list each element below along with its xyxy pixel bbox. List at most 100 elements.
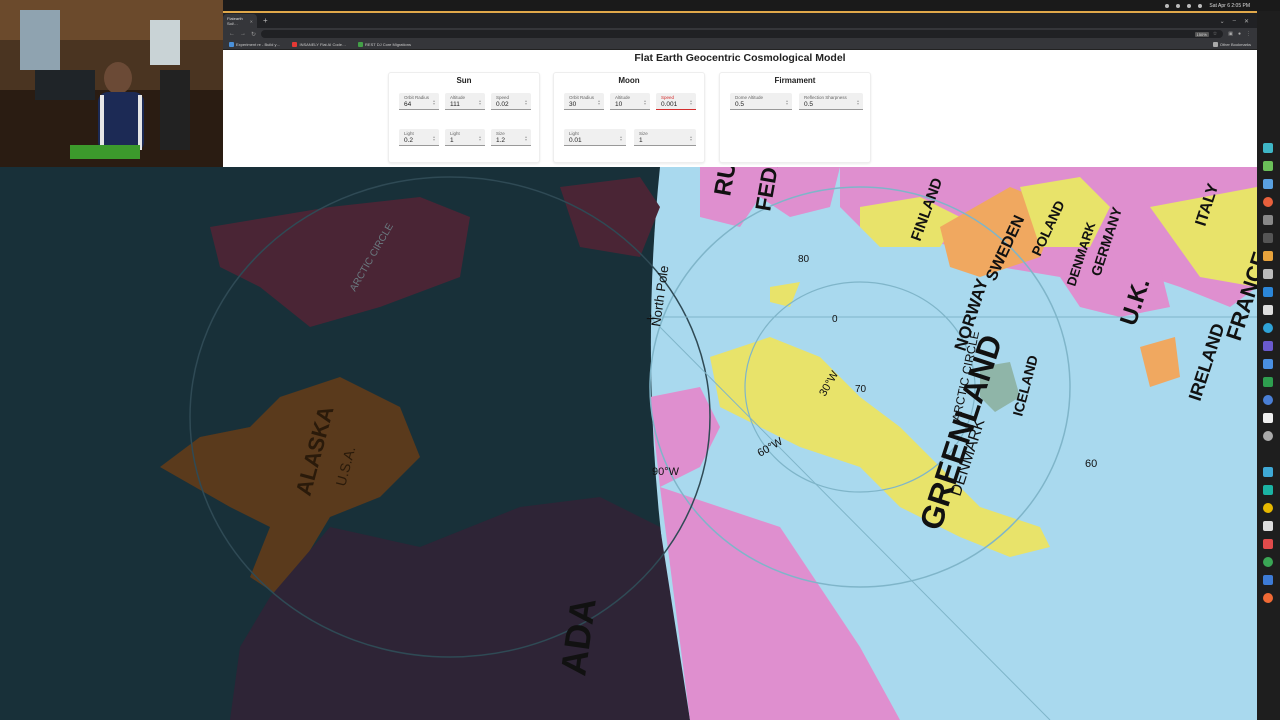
files-icon[interactable]: [1262, 215, 1273, 225]
bookmark-favicon-icon: [229, 42, 234, 47]
field-value: 0.5: [735, 100, 745, 108]
field-label: Orbit Radius: [569, 94, 595, 100]
label-lat-70: 70: [855, 384, 867, 395]
app-icon[interactable]: [1262, 395, 1273, 405]
sun-orbit-radius-input[interactable]: Orbit Radius 64 ▴ ▾: [399, 93, 439, 110]
label-lon-0: 0: [832, 314, 838, 325]
edge-icon[interactable]: [1262, 323, 1273, 333]
bookmark-favicon-icon: [292, 42, 298, 47]
spinner-icon[interactable]: ▴ ▾: [479, 135, 481, 142]
sun-light-input[interactable]: Light 0.2 ▴ ▾: [399, 129, 439, 146]
app-icon[interactable]: [1262, 575, 1273, 585]
field-value: 30: [569, 100, 577, 108]
volume-icon[interactable]: [1176, 3, 1181, 8]
moon-orbit-radius-input[interactable]: Orbit Radius 30 ▴ ▾: [564, 93, 604, 110]
spinner-icon[interactable]: ▴ ▾: [525, 135, 527, 142]
app-dock: [1257, 11, 1280, 720]
reflection-sharpness-input[interactable]: Reflection Sharpness 0.5 ▴ ▾: [799, 93, 863, 110]
terminal-icon[interactable]: [1262, 233, 1273, 243]
extensions-icon[interactable]: ▣: [1228, 31, 1233, 37]
battery-icon[interactable]: [1187, 3, 1192, 8]
field-value: 1: [450, 136, 454, 144]
spinner-icon[interactable]: ▴ ▾: [786, 99, 788, 106]
chrome-icon[interactable]: [1262, 503, 1273, 513]
spinner-icon[interactable]: ▴ ▾: [479, 99, 481, 106]
app-icon[interactable]: [1262, 341, 1273, 351]
page-title: Flat Earth Geocentric Cosmological Model: [634, 52, 846, 64]
sun-size-input[interactable]: Size 1.2 ▴ ▾: [491, 129, 531, 146]
docs-icon[interactable]: [1262, 359, 1273, 369]
other-bookmarks[interactable]: Other Bookmarks: [1212, 42, 1251, 47]
minimize-icon[interactable]: –: [1233, 18, 1236, 25]
app-icon[interactable]: [1262, 251, 1273, 261]
new-tab-button[interactable]: +: [263, 14, 268, 28]
close-window-icon[interactable]: ✕: [1244, 18, 1249, 25]
spinner-icon[interactable]: ▴ ▾: [857, 99, 859, 106]
spinner-icon[interactable]: ▴ ▾: [620, 135, 622, 142]
field-label: Speed: [661, 94, 675, 100]
bookmark-item[interactable]: INSANELY Flat AI Code…: [292, 42, 346, 47]
firmament-panel: Firmament Dome Altitude 0.5 ▴ ▾ Reflectio…: [719, 72, 871, 163]
vscode-icon[interactable]: [1262, 287, 1273, 297]
firefox-icon[interactable]: [1262, 197, 1273, 207]
moon-altitude-input[interactable]: Altitude 10 ▴ ▾: [610, 93, 650, 110]
tab-search-icon[interactable]: ⌄: [1220, 18, 1225, 25]
bookmark-item[interactable]: REST DJ Core Migrations: [358, 42, 411, 47]
zoom-indicator[interactable]: 150%: [1194, 31, 1209, 37]
spinner-icon[interactable]: ▴ ▾: [433, 135, 435, 142]
app-icon[interactable]: [1262, 539, 1273, 549]
sun-altitude-input[interactable]: Altitude 111 ▴ ▾: [445, 93, 485, 110]
spinner-icon[interactable]: ▴ ▾: [690, 99, 692, 106]
app-icon[interactable]: [1262, 179, 1273, 189]
field-label: Size: [496, 130, 505, 136]
app-icon[interactable]: [1262, 467, 1273, 477]
sun-light-intensity-input[interactable]: Light 1 ▴ ▾: [445, 129, 485, 146]
app-icon[interactable]: [1262, 161, 1273, 171]
dome-altitude-input[interactable]: Dome Altitude 0.5 ▴ ▾: [730, 93, 792, 110]
panel-title: Moon: [618, 76, 640, 85]
field-label: Light: [569, 130, 579, 136]
spinner-icon[interactable]: ▴ ▾: [644, 99, 646, 106]
field-label: Altitude: [450, 94, 466, 100]
moon-speed-input[interactable]: Speed 0.001 ▴ ▾: [656, 93, 696, 110]
network-icon[interactable]: [1165, 3, 1170, 8]
bookmark-item[interactable]: Experiment re - Build y…: [229, 42, 280, 47]
app-icon[interactable]: [1262, 413, 1273, 423]
settings-icon[interactable]: [1262, 269, 1273, 279]
tab-title: Flatearth Sol/…: [227, 16, 243, 26]
spinner-icon[interactable]: ▴ ▾: [598, 99, 600, 106]
power-icon[interactable]: [1198, 3, 1203, 8]
app-icon[interactable]: [1262, 593, 1273, 603]
tab-active[interactable]: Flatearth Sol/… ✕: [223, 14, 257, 28]
moon-light-input[interactable]: Light 0.01 ▴ ▾: [564, 129, 626, 146]
window-controls: ⌄ – ✕: [1220, 18, 1257, 28]
map-scene-canvas[interactable]: RUS FEDER North Pole + ARCTIC CIRCLE ARC…: [0, 167, 1257, 720]
forward-icon[interactable]: →: [240, 31, 246, 37]
bookmark-star-icon[interactable]: ☆: [1213, 31, 1217, 37]
sheets-icon[interactable]: [1262, 377, 1273, 387]
reload-icon[interactable]: ↻: [251, 31, 256, 38]
menu-icon[interactable]: ⋮: [1246, 31, 1251, 37]
app-icon[interactable]: [1262, 143, 1273, 153]
close-tab-icon[interactable]: ✕: [250, 19, 253, 24]
spinner-icon[interactable]: ▴ ▾: [525, 99, 527, 106]
app-icon[interactable]: [1262, 521, 1273, 531]
sun-speed-input[interactable]: Speed 0.02 ▴ ▾: [491, 93, 531, 110]
app-icon[interactable]: [1262, 485, 1273, 495]
field-value: 64: [404, 100, 412, 108]
field-value: 1.2: [496, 136, 506, 144]
moon-size-input[interactable]: Size 1 ▴ ▾: [634, 129, 696, 146]
clock[interactable]: Sat Apr 6 2:05 PM: [1209, 3, 1250, 9]
app-icon[interactable]: [1262, 557, 1273, 567]
field-label: Dome Altitude: [735, 94, 764, 100]
panel-title: Sun: [456, 76, 472, 85]
spinner-icon[interactable]: ▴ ▾: [433, 99, 435, 106]
app-icon[interactable]: [1262, 431, 1273, 441]
bookmark-favicon-icon: [358, 42, 364, 47]
profile-icon[interactable]: ●: [1238, 31, 1241, 37]
page-content: Flat Earth Geocentric Cosmological Model…: [223, 50, 1257, 167]
app-icon[interactable]: [1262, 305, 1273, 315]
back-icon[interactable]: ←: [229, 31, 235, 37]
spinner-icon[interactable]: ▴ ▾: [690, 135, 692, 142]
address-input[interactable]: 150% ☆: [261, 30, 1224, 38]
